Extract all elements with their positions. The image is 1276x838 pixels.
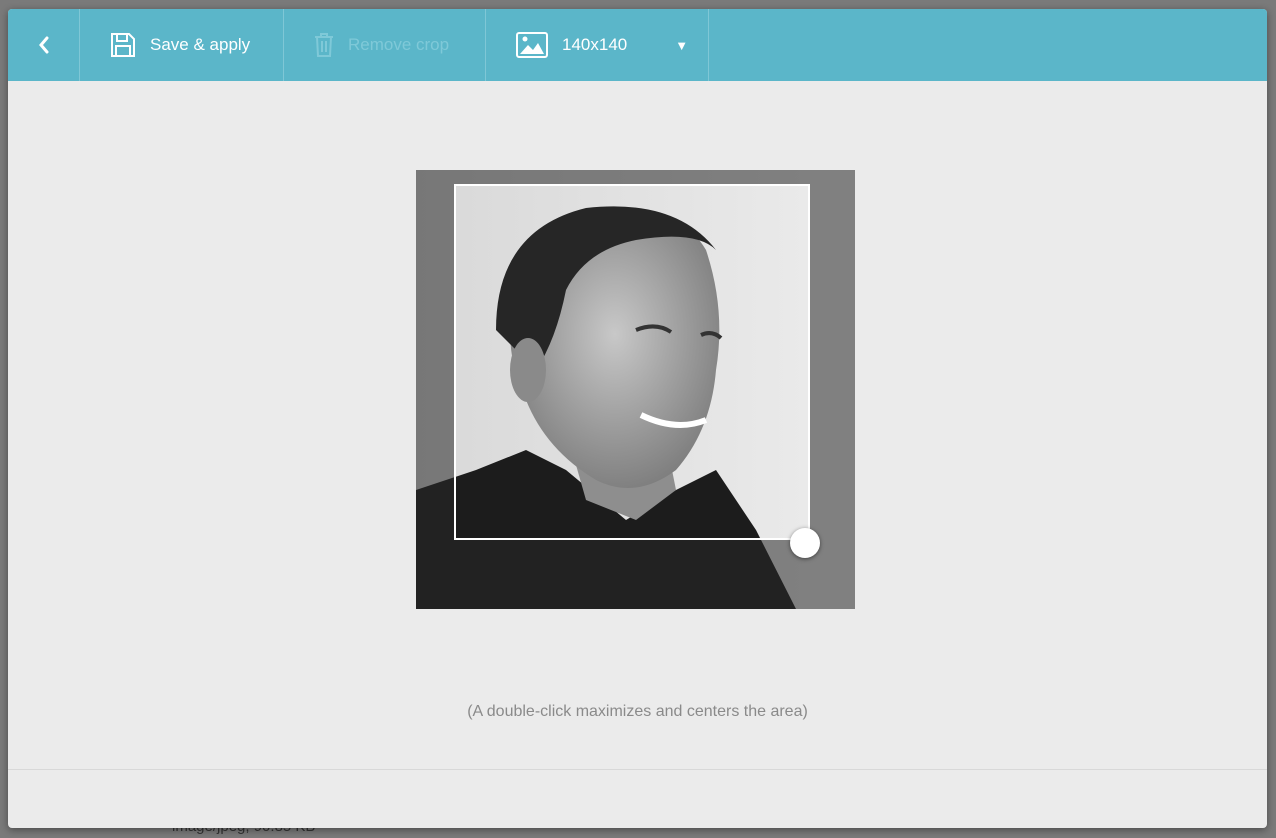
floppy-disk-icon <box>111 33 135 57</box>
crop-modal: Save & apply Remove crop 140x140 ▼ (A do… <box>8 9 1267 828</box>
save-apply-label: Save & apply <box>150 35 251 54</box>
crop-resize-handle[interactable] <box>790 528 820 558</box>
size-label: 140x140 <box>562 35 628 54</box>
modal-footer <box>8 769 1267 828</box>
trash-icon <box>315 33 333 57</box>
save-apply-button[interactable]: Save & apply <box>80 9 284 81</box>
crop-selection[interactable] <box>454 184 810 540</box>
toolbar: Save & apply Remove crop 140x140 ▼ <box>8 9 1267 81</box>
size-dropdown[interactable]: 140x140 ▼ <box>486 9 709 81</box>
crop-hint: (A double-click maximizes and centers th… <box>467 703 808 720</box>
remove-crop-button[interactable]: Remove crop <box>284 9 486 81</box>
remove-crop-label: Remove crop <box>348 35 450 54</box>
chevron-left-icon <box>38 36 48 54</box>
caret-down-icon: ▼ <box>675 37 689 53</box>
image-icon <box>516 32 548 58</box>
back-button[interactable] <box>8 9 80 81</box>
